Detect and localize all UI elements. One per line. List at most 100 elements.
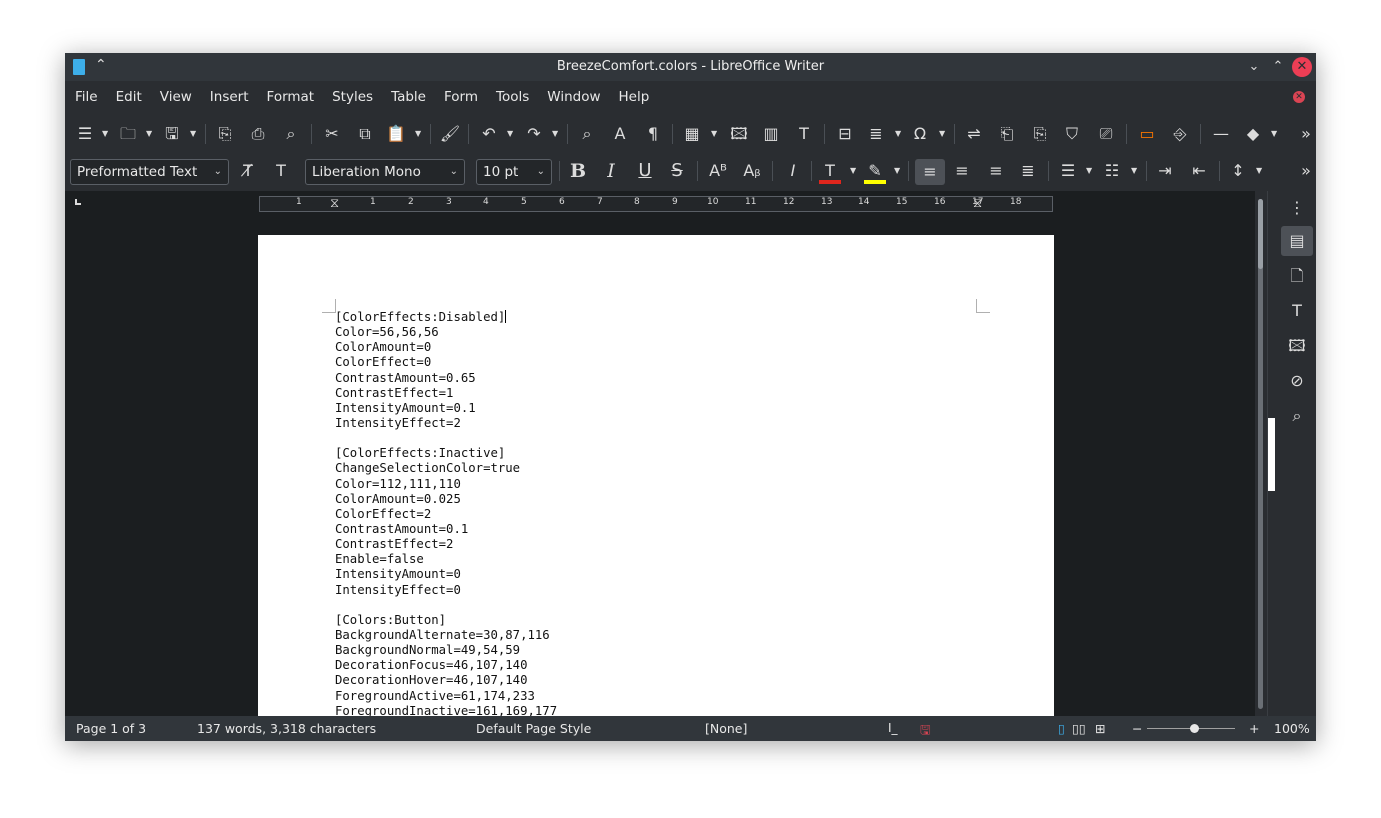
italic-button[interactable]: I (600, 161, 622, 181)
insert-footnote-icon[interactable]: ⎗ (996, 124, 1018, 144)
styles-icon[interactable]: T (1281, 296, 1313, 326)
field-dropdown-arrow-icon[interactable]: ▼ (895, 124, 903, 144)
scrollbar-track[interactable] (1258, 199, 1263, 709)
document-area[interactable]: 1 1 2 3 4 5 6 7 8 9 10 11 12 13 14 15 16… (65, 191, 1255, 716)
highlight-color-icon[interactable]: ✎ (864, 161, 886, 184)
close-document-icon[interactable]: ✕ (1293, 91, 1305, 103)
document-line[interactable]: IntensityAmount=0.1 (335, 401, 557, 416)
menu-table[interactable]: Table (391, 89, 436, 105)
navigator-icon[interactable]: ⊘ (1281, 366, 1313, 396)
document-line[interactable]: ChangeSelectionColor=true (335, 461, 557, 476)
menu-insert[interactable]: Insert (210, 89, 259, 105)
sidebar-collapse-handle[interactable] (1268, 418, 1275, 491)
zoom-in-button[interactable]: + (1249, 721, 1259, 736)
document-line[interactable]: BackgroundAlternate=30,87,116 (335, 628, 557, 643)
document-line[interactable]: Enable=false (335, 552, 557, 567)
document-line[interactable]: [ColorEffects:Inactive] (335, 446, 557, 461)
save-icon[interactable]: 🖫 (161, 124, 183, 144)
right-indent-marker-icon[interactable]: ⧖ (973, 196, 982, 211)
document-line[interactable]: ContrastAmount=0.65 (335, 371, 557, 386)
font-name-combo[interactable]: Liberation Mono ⌄ (305, 159, 465, 185)
justify-icon[interactable]: ≣ (1017, 161, 1039, 181)
superscript-icon[interactable]: Aᴮ (707, 161, 729, 181)
document-line[interactable]: Color=112,111,110 (335, 477, 557, 492)
save-dropdown-arrow-icon[interactable]: ▼ (190, 124, 198, 144)
document-line[interactable]: IntensityEffect=2 (335, 416, 557, 431)
ordered-list-icon[interactable]: ☷ (1101, 161, 1123, 181)
open-dropdown-arrow-icon[interactable]: ▼ (146, 124, 154, 144)
multi-page-view-icon[interactable]: ▯▯ (1072, 721, 1086, 736)
special-character-icon[interactable]: Ω (909, 124, 931, 144)
insert-page-break-icon[interactable]: ⊟ (834, 124, 856, 144)
insert-table-icon[interactable]: ▦ (681, 124, 703, 144)
insert-mode-icon[interactable]: I_ (888, 721, 898, 735)
page-style[interactable]: Default Page Style (476, 721, 591, 736)
basic-shapes-icon[interactable]: ◆ (1242, 124, 1264, 144)
document-line[interactable]: ColorAmount=0 (335, 340, 557, 355)
bold-button[interactable]: B (567, 161, 589, 181)
special-character-dropdown-arrow-icon[interactable]: ▼ (939, 124, 947, 144)
close-window-button[interactable]: ✕ (1292, 57, 1312, 77)
document-line[interactable]: ContrastEffect=1 (335, 386, 557, 401)
ordered-list-dropdown-arrow-icon[interactable]: ▼ (1131, 161, 1139, 181)
horizontal-ruler[interactable]: 1 1 2 3 4 5 6 7 8 9 10 11 12 13 14 15 16… (259, 196, 1053, 212)
tab-stop-selector[interactable] (75, 199, 81, 205)
find-replace-icon[interactable]: ⌕ (576, 124, 598, 144)
insert-cross-reference-icon[interactable]: ⎚ (1095, 124, 1117, 144)
font-color-icon[interactable]: T (819, 161, 841, 184)
strikethrough-button[interactable]: S (666, 161, 688, 181)
spelling-icon[interactable]: A (609, 124, 631, 144)
menu-form[interactable]: Form (444, 89, 488, 105)
book-view-icon[interactable]: ⊞ (1095, 721, 1105, 736)
document-line[interactable]: Color=56,56,56 (335, 325, 557, 340)
menu-window[interactable]: Window (547, 89, 610, 105)
menu-help[interactable]: Help (619, 89, 660, 105)
single-page-view-icon[interactable]: ▯ (1058, 721, 1065, 736)
language-status[interactable]: [None] (705, 721, 747, 736)
insert-hyperlink-icon[interactable]: ⇌ (963, 124, 985, 144)
cut-icon[interactable]: ✂ (321, 124, 343, 144)
document-page[interactable]: [ColorEffects:Disabled] Color=56,56,56 Col… (258, 235, 1054, 716)
formatting-marks-icon[interactable]: ¶ (642, 124, 664, 144)
left-indent-marker-icon[interactable]: ⧖ (330, 196, 339, 211)
document-line[interactable]: [Colors:Button] (335, 613, 557, 628)
document-line[interactable]: DecorationHover=46,107,140 (335, 673, 557, 688)
redo-icon[interactable]: ↷ (523, 124, 545, 144)
unordered-list-icon[interactable]: ☰ (1057, 161, 1079, 181)
paste-dropdown-arrow-icon[interactable]: ▼ (415, 124, 423, 144)
insert-comment-icon[interactable]: ▭ (1136, 124, 1158, 144)
document-line[interactable]: ContrastEffect=2 (335, 537, 557, 552)
menu-styles[interactable]: Styles (332, 89, 383, 105)
word-count[interactable]: 137 words, 3,318 characters (197, 721, 376, 736)
document-line[interactable]: IntensityAmount=0 (335, 567, 557, 582)
export-pdf-icon[interactable]: ⎘ (214, 124, 236, 144)
insert-endnote-icon[interactable]: ⎘ (1029, 124, 1051, 144)
document-line[interactable]: IntensityEffect=0 (335, 583, 557, 598)
new-style-icon[interactable]: T (270, 161, 292, 181)
print-icon[interactable]: ⎙ (247, 124, 269, 144)
align-left-icon[interactable]: ≡ (915, 159, 945, 185)
table-dropdown-arrow-icon[interactable]: ▼ (711, 124, 719, 144)
document-modified-icon[interactable]: 🖫 (920, 721, 931, 741)
document-line[interactable]: ForegroundInactive=161,169,177 (335, 704, 557, 716)
zoom-slider-thumb[interactable] (1190, 724, 1199, 733)
menu-tools[interactable]: Tools (496, 89, 539, 105)
scrollbar-thumb[interactable] (1258, 199, 1263, 269)
print-preview-icon[interactable]: ⌕ (280, 124, 302, 144)
document-line[interactable]: BackgroundNormal=49,54,59 (335, 643, 557, 658)
document-text[interactable]: [ColorEffects:Disabled] Color=56,56,56 Col… (335, 310, 557, 716)
insert-line-icon[interactable]: — (1210, 124, 1232, 144)
menu-format[interactable]: Format (267, 89, 325, 105)
zoom-level[interactable]: 100% (1274, 721, 1310, 736)
toolbar-overflow-icon[interactable]: » (1295, 124, 1316, 144)
document-line[interactable]: DecorationFocus=46,107,140 (335, 658, 557, 673)
decrease-indent-icon[interactable]: ⇤ (1188, 161, 1210, 181)
minimize-button[interactable]: ⌄ (1244, 57, 1264, 77)
track-changes-icon[interactable]: ⎆ (1169, 124, 1191, 144)
new-document-icon[interactable]: ☰ (74, 124, 96, 144)
page-count[interactable]: Page 1 of 3 (76, 721, 146, 736)
blank-line[interactable] (335, 598, 557, 613)
align-center-icon[interactable]: ≡ (951, 161, 973, 181)
document-line[interactable]: ColorEffect=0 (335, 355, 557, 370)
insert-image-icon[interactable]: 🖾 (728, 124, 750, 144)
